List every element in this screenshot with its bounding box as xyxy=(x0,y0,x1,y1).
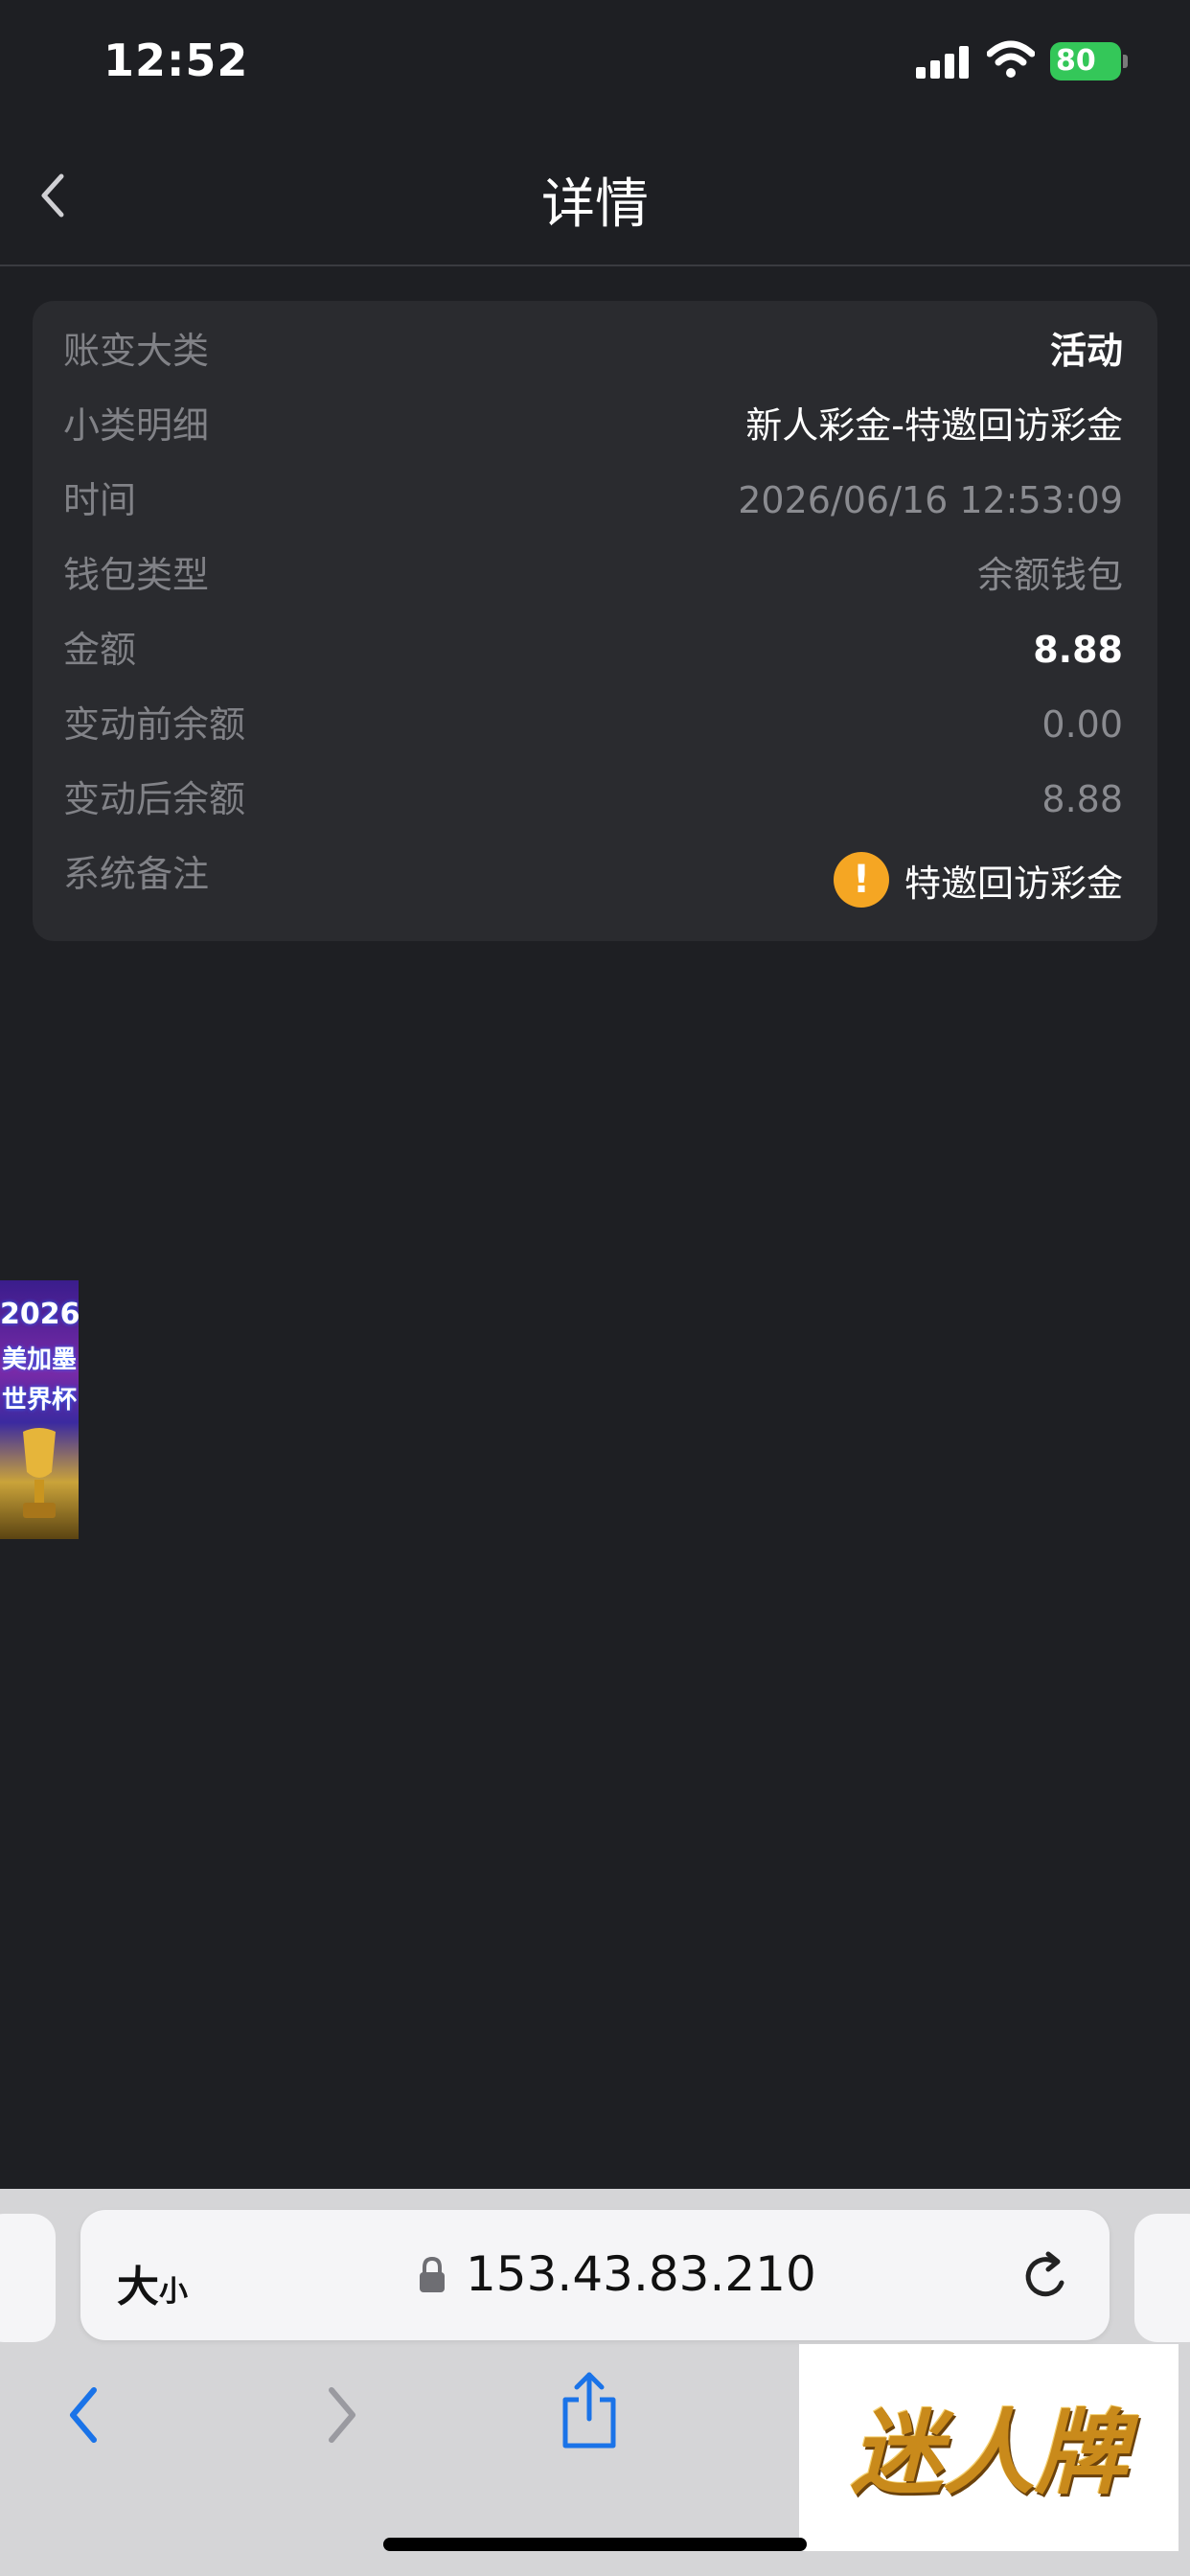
detail-row-time: 时间 2026/06/16 12:53:09 xyxy=(33,472,1157,529)
cellular-signal-icon xyxy=(916,46,969,79)
subcategory-label: 小类明细 xyxy=(63,404,210,447)
brand-logo-text: 迷人牌 xyxy=(851,2400,1127,2507)
wifi-icon xyxy=(987,40,1035,78)
detail-row-wallet-type: 钱包类型 余额钱包 xyxy=(33,546,1157,604)
browser-back-icon[interactable] xyxy=(59,2384,109,2446)
wallet-type-value: 余额钱包 xyxy=(976,554,1123,596)
balance-before-label: 变动前余额 xyxy=(63,703,246,746)
share-icon[interactable] xyxy=(556,2371,623,2451)
page-title: 详情 xyxy=(541,173,649,236)
status-time: 12:52 xyxy=(103,34,249,86)
url-text[interactable]: 153.43.83.210 xyxy=(466,2246,816,2302)
detail-row-amount: 金额 8.88 xyxy=(33,621,1157,678)
amount-value: 8.88 xyxy=(1033,629,1123,671)
remark-value-wrap: ! 特邀回访彩金 xyxy=(833,851,1123,908)
remark-label: 系统备注 xyxy=(63,853,210,895)
balance-after-label: 变动后余额 xyxy=(63,778,246,820)
battery-icon: 80 xyxy=(1050,42,1129,82)
banner-year: 2026 xyxy=(0,1298,79,1331)
time-value: 2026/06/16 12:53:09 xyxy=(738,479,1123,521)
browser-forward-icon[interactable] xyxy=(316,2384,366,2446)
previous-tab-preview[interactable] xyxy=(0,2214,56,2342)
detail-row-category: 账变大类 活动 xyxy=(33,322,1157,380)
balance-before-value: 0.00 xyxy=(1041,703,1123,746)
text-size-small: 小 xyxy=(159,2275,188,2309)
world-cup-promo-banner[interactable]: 2026 美加墨 世界杯 xyxy=(0,1280,79,1539)
trophy-icon xyxy=(23,1428,56,1518)
amount-label: 金额 xyxy=(63,629,137,671)
category-label: 账变大类 xyxy=(63,330,210,372)
wallet-type-label: 钱包类型 xyxy=(63,554,210,596)
detail-row-balance-before: 变动前余额 0.00 xyxy=(33,696,1157,753)
subcategory-value: 新人彩金-特邀回访彩金 xyxy=(745,404,1123,447)
remark-value: 特邀回访彩金 xyxy=(904,862,1123,905)
battery-level: 80 xyxy=(1050,42,1121,80)
brand-logo: 迷人牌 xyxy=(799,2344,1179,2551)
banner-line-3: 世界杯 xyxy=(1,1386,77,1414)
text-size-large: 大 xyxy=(117,2263,159,2312)
text-size-button[interactable]: 大小 xyxy=(117,2252,188,2313)
home-indicator[interactable] xyxy=(383,2538,807,2551)
detail-row-remark: 系统备注 ! 特邀回访彩金 xyxy=(33,845,1157,908)
balance-after-value: 8.88 xyxy=(1041,778,1123,820)
reload-icon[interactable] xyxy=(1019,2248,1073,2306)
exclamation-circle-icon[interactable]: ! xyxy=(833,852,889,908)
detail-row-balance-after: 变动后余额 8.88 xyxy=(33,770,1157,828)
lock-icon xyxy=(420,2256,445,2292)
next-tab-preview[interactable] xyxy=(1134,2214,1190,2342)
transaction-detail-card: 账变大类 活动 小类明细 新人彩金-特邀回访彩金 时间 2026/06/16 1… xyxy=(33,301,1157,941)
category-value: 活动 xyxy=(1049,330,1123,372)
banner-line-2: 美加墨 xyxy=(1,1346,77,1374)
time-label: 时间 xyxy=(63,479,137,521)
detail-row-subcategory: 小类明细 新人彩金-特邀回访彩金 xyxy=(33,397,1157,454)
